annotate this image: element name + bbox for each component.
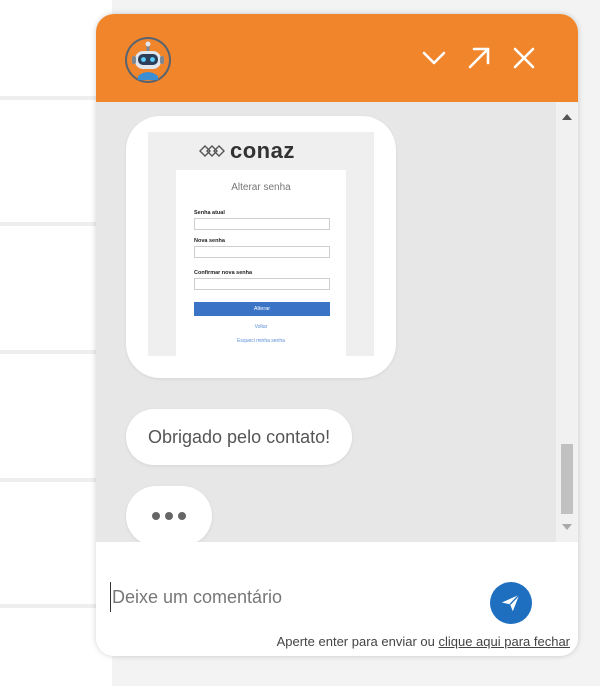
new-password-field xyxy=(194,246,330,258)
message-scrollbar[interactable] xyxy=(556,102,578,542)
logo-text: conaz xyxy=(230,138,295,163)
field-label: Senha atual xyxy=(194,210,225,216)
message-composer: Aperte enter para enviar ou clique aqui … xyxy=(96,542,578,656)
expand-button[interactable] xyxy=(463,42,495,74)
field-label: Confirmar nova senha xyxy=(194,270,253,276)
back-link: Voltar xyxy=(254,324,268,330)
current-password-field xyxy=(194,218,330,230)
comment-input[interactable] xyxy=(110,582,470,612)
form-title: Alterar senha xyxy=(231,182,291,193)
robot-avatar-icon xyxy=(124,36,172,84)
image-preview[interactable]: conaz Alterar senha Senha atual Nova sen… xyxy=(148,132,374,356)
conaz-logo: conaz xyxy=(198,138,295,164)
form-card: Alterar senha Senha atual Nova senha Con… xyxy=(176,170,346,356)
chevron-down-icon xyxy=(422,51,446,65)
send-hint: Aperte enter para enviar ou clique aqui … xyxy=(277,634,570,649)
close-button[interactable] xyxy=(508,42,540,74)
message-list[interactable]: conaz Alterar senha Senha atual Nova sen… xyxy=(96,102,578,542)
scroll-up-arrow-icon[interactable] xyxy=(562,114,572,120)
chat-widget: conaz Alterar senha Senha atual Nova sen… xyxy=(96,14,578,656)
close-icon xyxy=(513,47,535,69)
change-password-button: Alterar xyxy=(194,302,330,316)
scroll-down-arrow-icon[interactable] xyxy=(562,524,572,530)
image-message-bubble[interactable]: conaz Alterar senha Senha atual Nova sen… xyxy=(126,116,396,378)
minimize-button[interactable] xyxy=(418,42,450,74)
confirm-password-field xyxy=(194,278,330,290)
forgot-password-link: Esqueci minha senha xyxy=(237,338,285,344)
send-button[interactable] xyxy=(490,582,532,624)
chat-header xyxy=(96,14,578,102)
typing-dot xyxy=(178,512,186,520)
scroll-thumb[interactable] xyxy=(561,444,573,514)
paper-plane-icon xyxy=(501,594,520,612)
close-chat-link[interactable]: clique aqui para fechar xyxy=(438,634,570,649)
hint-text: Aperte enter para enviar ou xyxy=(276,634,439,649)
conaz-logo-icon xyxy=(199,145,225,157)
typing-indicator xyxy=(126,486,212,542)
field-label: Nova senha xyxy=(194,238,225,244)
message-text: Obrigado pelo contato! xyxy=(148,426,331,447)
typing-dot xyxy=(152,512,160,520)
arrow-up-right-icon xyxy=(468,47,490,69)
typing-dot xyxy=(165,512,173,520)
text-message-bubble: Obrigado pelo contato! xyxy=(126,409,353,465)
